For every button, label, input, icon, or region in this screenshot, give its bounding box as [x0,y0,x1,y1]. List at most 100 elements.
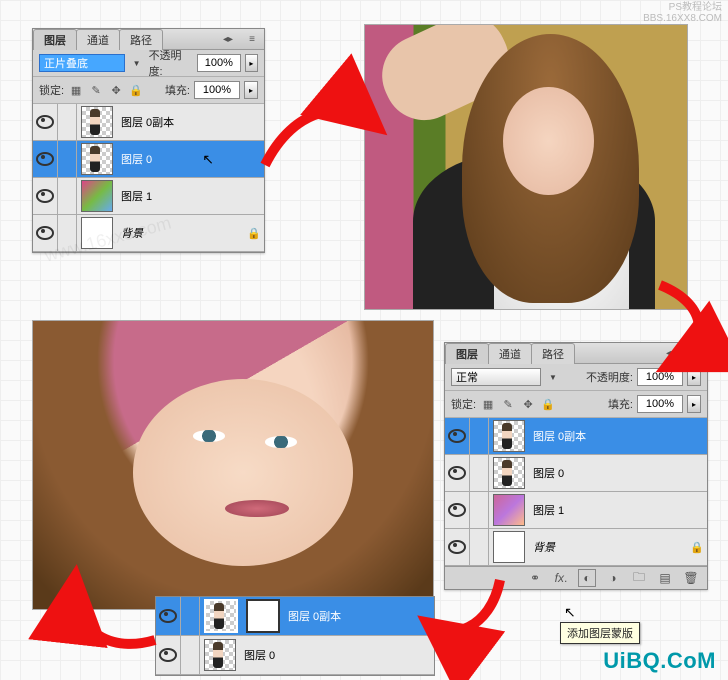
blend-mode-dropdown[interactable]: 正常 [451,368,541,386]
layer-row[interactable]: 图层 0 [156,636,434,675]
layer-thumbnail[interactable] [81,143,113,175]
link-cell[interactable] [470,455,489,491]
adjustment-layer-icon[interactable]: ◑ [605,570,621,586]
panel1-tabbar: 图层 通道 路径 ◂▸ ≡ [33,29,264,50]
eye-icon [448,503,466,517]
lock-transparent-icon[interactable]: ▦ [480,396,496,412]
new-group-icon[interactable]: 🗀 [631,570,647,586]
eye-icon [36,226,54,240]
fill-field[interactable]: 100% [637,395,683,413]
dropdown-arrow-icon[interactable]: ▼ [133,59,141,68]
panel-menu-icon[interactable]: ≡ [240,30,264,48]
tooltip-add-mask: 添加图层蒙版 [560,622,640,644]
panel2-layers-list: 图层 0副本 图层 0 图层 1 背景 🔒 [445,418,707,566]
fill-stepper[interactable]: ▸ [687,395,701,413]
opacity-label: 不透明度: [586,369,633,385]
tab-layers[interactable]: 图层 [445,343,489,364]
blend-mode-dropdown[interactable]: 正片叠底 [39,54,125,72]
layer-name[interactable]: 背景 [117,225,244,241]
lock-position-icon[interactable]: ✥ [108,82,124,98]
fill-stepper[interactable]: ▸ [244,81,258,99]
panel2-tabbar: 图层 通道 路径 ◂▸ ≡ [445,343,707,364]
visibility-toggle[interactable] [33,215,58,251]
delete-layer-icon[interactable]: 🗑 [683,570,699,586]
layer-row[interactable]: 图层 1 [33,178,264,215]
link-cell[interactable] [470,492,489,528]
layer-name[interactable]: 图层 1 [529,502,707,518]
panel1-lock-row: 锁定: ▦ ✎ ✥ 🔒 填充: 100% ▸ [33,77,264,104]
layer-thumbnail[interactable] [81,217,113,249]
layer-name[interactable]: 图层 0 [529,465,707,481]
layer-name[interactable]: 图层 0 [117,151,202,167]
watermark-top-line2: BBS.16XX8.COM [643,13,722,24]
visibility-toggle[interactable] [33,141,58,177]
tab-channels[interactable]: 通道 [76,29,120,50]
lock-transparent-icon[interactable]: ▦ [68,82,84,98]
layer-name[interactable]: 背景 [529,539,687,555]
visibility-toggle[interactable] [445,529,470,565]
visibility-toggle[interactable] [445,418,470,454]
layer-row[interactable]: 图层 0 [445,455,707,492]
lock-pixels-icon[interactable]: ✎ [88,82,104,98]
opacity-field[interactable]: 100% [637,368,683,386]
add-layer-mask-icon[interactable]: ◐ [579,570,595,586]
link-cell[interactable] [58,215,77,251]
lock-all-icon[interactable]: 🔒 [540,396,556,412]
tab-channels[interactable]: 通道 [488,343,532,364]
link-cell[interactable] [58,104,77,140]
layer-name[interactable]: 图层 0副本 [117,114,264,130]
tab-layers[interactable]: 图层 [33,29,77,50]
layer-name[interactable]: 图层 0 [240,647,434,663]
layer-thumbnail[interactable] [493,494,525,526]
visibility-toggle[interactable] [156,636,181,674]
layer-thumbnail[interactable] [81,180,113,212]
layer-row[interactable]: 图层 0副本 [156,597,434,636]
dropdown-arrow-icon[interactable]: ▼ [549,373,557,382]
layer-thumbnail[interactable] [204,639,236,671]
panel-collapse-icon[interactable]: ◂▸ [216,30,240,48]
link-layers-icon[interactable]: ⚭ [527,570,543,586]
layer-style-icon[interactable]: fx. [553,570,569,586]
lock-icons: ▦ ✎ ✥ 🔒 [68,82,144,98]
layer-thumbnail[interactable] [493,420,525,452]
link-cell[interactable] [181,636,200,674]
layer-row[interactable]: 图层 0副本 [33,104,264,141]
tab-paths[interactable]: 路径 [531,343,575,364]
layer-name[interactable]: 图层 1 [117,188,264,204]
visibility-toggle[interactable] [33,178,58,214]
panel-collapse-icon[interactable]: ◂▸ [659,344,683,362]
layer-row[interactable]: 背景 🔒 [445,529,707,566]
layer-thumbnail[interactable] [204,599,238,633]
fill-field[interactable]: 100% [194,81,240,99]
opacity-stepper[interactable]: ▸ [687,368,701,386]
layer-name[interactable]: 图层 0副本 [284,608,434,624]
link-cell[interactable] [470,418,489,454]
panel-menu-icon[interactable]: ≡ [683,344,707,362]
new-layer-icon[interactable]: ▤ [657,570,673,586]
layer-name[interactable]: 图层 0副本 [529,428,707,444]
visibility-toggle[interactable] [33,104,58,140]
layer-thumbnail[interactable] [81,106,113,138]
opacity-field[interactable]: 100% [197,54,241,72]
layer-row[interactable]: 图层 0副本 [445,418,707,455]
visibility-toggle[interactable] [445,455,470,491]
visibility-toggle[interactable] [156,597,181,635]
layer-thumbnail[interactable] [493,457,525,489]
preview-image-top [364,24,688,310]
link-cell[interactable] [58,178,77,214]
link-cell[interactable] [181,597,200,635]
opacity-stepper[interactable]: ▸ [245,54,258,72]
layers-panel-2: 图层 通道 路径 ◂▸ ≡ 正常 ▼ 不透明度: 100% ▸ 锁定: ▦ ✎ … [444,342,708,590]
link-cell[interactable] [470,529,489,565]
lock-all-icon[interactable]: 🔒 [128,82,144,98]
visibility-toggle[interactable] [445,492,470,528]
layer-row[interactable]: 图层 1 [445,492,707,529]
tab-paths[interactable]: 路径 [119,29,163,50]
layer-row[interactable]: 背景 🔒 [33,215,264,252]
layer-thumbnail[interactable] [493,531,525,563]
lock-pixels-icon[interactable]: ✎ [500,396,516,412]
layer-mask-thumbnail[interactable] [246,599,280,633]
lock-position-icon[interactable]: ✥ [520,396,536,412]
link-cell[interactable] [58,141,77,177]
layer-row[interactable]: 图层 0 ↖ [33,141,264,178]
